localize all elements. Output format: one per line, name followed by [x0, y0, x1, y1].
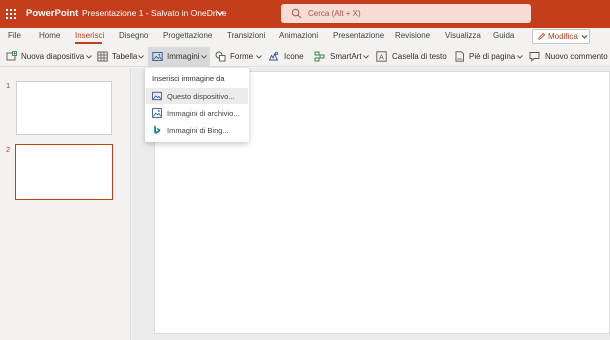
shapes-icon — [215, 51, 226, 62]
document-title[interactable]: Presentazione 1 - Salvato in OneDrive — [82, 8, 227, 18]
chevron-down-icon — [201, 55, 207, 59]
chevron-down-icon[interactable] — [215, 8, 225, 18]
footer-button[interactable]: Piè di pagina — [452, 47, 524, 66]
chevron-down-icon — [138, 55, 144, 59]
search-icon — [291, 8, 302, 19]
shapes-button[interactable]: Forme — [213, 47, 265, 66]
tab-draw[interactable]: Disegno — [119, 31, 148, 40]
search-placeholder: Cerca (Alt + X) — [308, 9, 361, 18]
comment-icon — [529, 52, 540, 62]
slide-thumbnails-panel: 1 2 — [0, 68, 131, 340]
page-footer-icon — [455, 51, 464, 62]
bing-icon — [154, 125, 161, 134]
slide-number: 1 — [6, 81, 11, 90]
tab-insert[interactable]: Inserisci — [75, 31, 104, 40]
insert-image-menu: Inserisci immagine da Questo dispositivo… — [145, 68, 249, 142]
chevron-down-icon — [363, 55, 369, 59]
image-device-icon — [152, 91, 162, 101]
tab-file[interactable]: File — [8, 31, 21, 40]
svg-text:A: A — [379, 54, 384, 61]
menu-heading: Inserisci immagine da — [152, 74, 225, 83]
tab-transitions[interactable]: Transizioni — [227, 31, 265, 40]
menu-item-stock-images[interactable]: Immagini di archivio... — [146, 105, 248, 121]
textbox-button[interactable]: A Casella di testo — [374, 47, 447, 66]
menu-item-label: Questo dispositivo... — [167, 92, 235, 101]
textbox-icon: A — [376, 51, 387, 62]
icons-button[interactable]: Icone — [267, 47, 307, 66]
slide-thumbnail-selected[interactable] — [15, 144, 113, 200]
menu-item-label: Immagini di Bing... — [167, 126, 229, 135]
tab-home[interactable]: Home — [39, 31, 60, 40]
chevron-down-icon — [517, 55, 523, 59]
images-label: Immagini — [167, 52, 200, 61]
title-bar: PowerPoint Presentazione 1 - Salvato in … — [0, 0, 610, 28]
menu-item-bing-images[interactable]: Immagini di Bing... — [146, 122, 248, 138]
smartart-icon — [314, 51, 325, 62]
pencil-icon — [538, 32, 546, 40]
new-comment-button[interactable]: Nuovo commento — [527, 47, 609, 66]
new-slide-button[interactable]: Nuova diapositiva — [4, 47, 92, 66]
editing-mode-button[interactable]: Modifica — [532, 29, 590, 44]
image-icon — [152, 52, 163, 61]
chevron-down-icon — [256, 55, 262, 59]
footer-label: Piè di pagina — [469, 52, 516, 61]
table-label: Tabella — [112, 52, 138, 61]
chevron-down-icon — [86, 55, 92, 59]
table-icon — [97, 51, 108, 62]
new-slide-icon — [6, 51, 17, 61]
icons-label: Icone — [284, 52, 304, 61]
slide-number: 2 — [6, 145, 11, 154]
tab-view[interactable]: Visualizza — [445, 31, 481, 40]
chevron-down-icon — [581, 35, 588, 39]
app-name[interactable]: PowerPoint — [26, 8, 78, 19]
editing-mode-label: Modifica — [548, 32, 578, 41]
tab-design[interactable]: Progettazione — [163, 31, 212, 40]
textbox-label: Casella di testo — [392, 52, 447, 61]
tab-slideshow[interactable]: Presentazione — [333, 31, 384, 40]
menu-item-label: Immagini di archivio... — [167, 109, 240, 118]
new-slide-label: Nuova diapositiva — [21, 52, 85, 61]
slide-thumbnail[interactable] — [16, 81, 112, 135]
app-launcher-icon[interactable] — [6, 9, 16, 19]
smartart-label: SmartArt — [330, 52, 362, 61]
shapes-label: Forme — [230, 52, 254, 61]
tab-review[interactable]: Revisione — [395, 31, 430, 40]
icons-icon — [268, 51, 279, 61]
tab-help[interactable]: Guida — [493, 31, 514, 40]
images-button[interactable]: Immagini — [148, 47, 210, 66]
tab-animations[interactable]: Animazioni — [279, 31, 318, 40]
new-comment-label: Nuovo commento — [545, 52, 608, 61]
menu-item-this-device[interactable]: Questo dispositivo... — [146, 88, 248, 104]
active-tab-indicator — [75, 42, 102, 44]
stock-images-icon — [152, 108, 162, 118]
search-input[interactable]: Cerca (Alt + X) — [281, 4, 531, 23]
table-button[interactable]: Tabella — [95, 47, 147, 66]
smartart-button[interactable]: SmartArt — [312, 47, 372, 66]
ribbon-toolbar: Nuova diapositiva Tabella Immagini Forme — [0, 46, 610, 67]
